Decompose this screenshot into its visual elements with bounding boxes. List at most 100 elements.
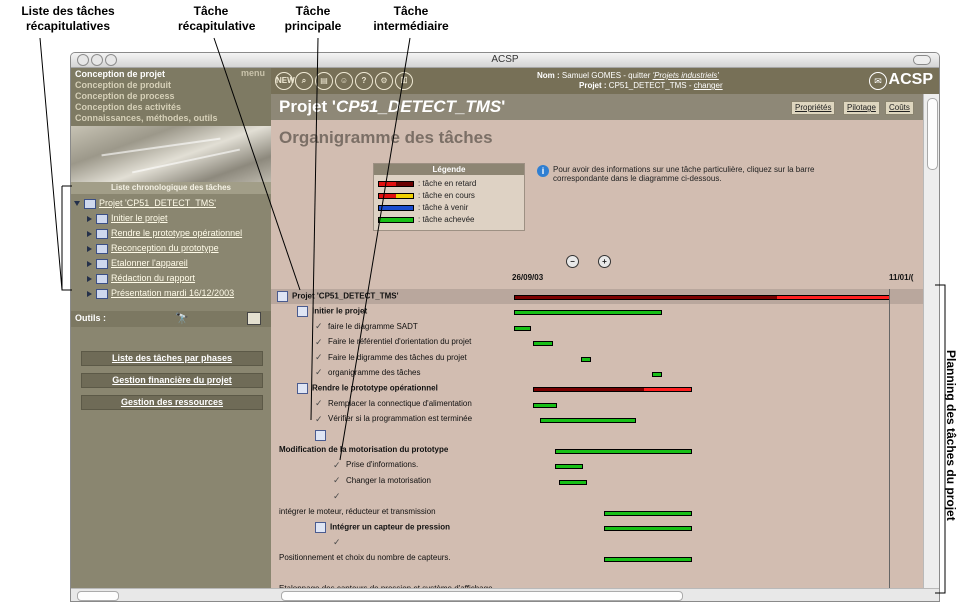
menu-item-process-design[interactable]: Conception de process <box>75 91 175 102</box>
gantt-row[interactable]: ✓ Changer la motorisation <box>271 474 923 489</box>
gantt-row[interactable]: ✓ <box>271 489 923 504</box>
task-name[interactable]: Remplacer la connectique d'alimentation <box>328 399 472 408</box>
expand-icon[interactable] <box>87 260 92 267</box>
binoculars-icon[interactable]: 🔭 <box>175 312 189 325</box>
task-name[interactable]: Changer la motorisation <box>346 476 431 485</box>
task-label[interactable]: ✓ Faire le digramme des tâches du projet <box>315 352 467 363</box>
task-label[interactable]: ✓ faire le diagramme SADT <box>315 322 418 332</box>
gantt-bar[interactable] <box>603 526 692 531</box>
document-icon[interactable]: ▤ <box>315 72 333 90</box>
task-label[interactable]: intégrer le moteur, réducteur et transmi… <box>279 507 436 517</box>
gantt-row[interactable]: ✓ Vérifier si la programmation est termin… <box>271 412 923 427</box>
expand-icon[interactable] <box>87 245 92 252</box>
task-name[interactable]: Initier le projet <box>312 307 367 316</box>
task-label[interactable]: ✓ <box>333 537 346 547</box>
expand-icon[interactable] <box>87 215 92 222</box>
task-label[interactable] <box>315 429 330 441</box>
gantt-bar[interactable] <box>603 556 692 562</box>
gantt-bar[interactable] <box>532 387 692 393</box>
gantt-bar[interactable] <box>514 295 890 300</box>
gantt-row[interactable]: Intégrer un capteur de pression <box>271 520 923 535</box>
task-name[interactable]: Faire le digramme des tâches du projet <box>328 353 467 362</box>
gantt-bar[interactable] <box>555 464 584 470</box>
tree-item-presentation[interactable]: Présentation mardi 16/12/2003 <box>87 286 234 300</box>
task-label[interactable]: ✓ <box>333 491 346 501</box>
tree-item-label[interactable]: Projet 'CP51_DETECT_TMS' <box>99 198 216 208</box>
menu-item-knowledge[interactable]: Connaissances, méthodes, outils <box>75 113 218 124</box>
task-label[interactable]: ✓ Changer la motorisation <box>333 476 431 486</box>
expand-icon[interactable] <box>87 275 92 282</box>
tree-item-initiate[interactable]: Initier le projet <box>87 211 168 225</box>
task-label[interactable]: ✓ Remplacer la connectique d'alimentation <box>315 399 472 409</box>
tree-item-label[interactable]: Rendre le prototype opérationnel <box>111 228 242 238</box>
gantt-bar[interactable] <box>514 325 531 331</box>
menu-item-project-design[interactable]: Conception de projet <box>75 69 165 80</box>
gantt-row[interactable]: ✓ organigramme des tâches <box>271 366 923 381</box>
task-name[interactable]: Rendre le prototype opérationnel <box>312 384 438 393</box>
gantt-bar[interactable] <box>652 372 662 377</box>
gantt-row[interactable]: Rendre le prototype opérationnel <box>271 381 923 396</box>
task-name[interactable]: Prise d'informations. <box>346 460 418 469</box>
tree-item-project[interactable]: Projet 'CP51_DETECT_TMS' <box>74 196 216 210</box>
gantt-row[interactable]: ✓ faire le diagramme SADT <box>271 320 923 335</box>
gantt-row[interactable]: Initier le projet <box>271 304 923 319</box>
quit-link[interactable]: 'Projets industriels' <box>653 71 719 80</box>
gantt-bar[interactable] <box>540 418 636 424</box>
task-name[interactable]: Vérifier si la programmation est terminé… <box>328 414 472 423</box>
tree-item-label[interactable]: Rédaction du rapport <box>111 273 195 283</box>
tab-costs[interactable]: Coûts <box>885 101 914 115</box>
quit-text[interactable]: quitter <box>628 71 650 80</box>
task-label[interactable]: ✓ Faire le référentiel d'orientation du p… <box>315 337 471 347</box>
gantt-row[interactable]: Projet 'CP51_DETECT_TMS' <box>271 289 923 304</box>
gantt-row[interactable] <box>271 566 923 581</box>
task-label[interactable]: Rendre le prototype opérationnel <box>297 383 438 395</box>
gantt-row[interactable]: ✓ Prise d'informations. <box>271 458 923 473</box>
financial-management-button[interactable]: Gestion financière du projet <box>81 373 263 388</box>
tree-item-label[interactable]: Initier le projet <box>111 213 168 223</box>
task-name[interactable]: Intégrer un capteur de pression <box>330 523 450 532</box>
task-label[interactable]: Intégrer un capteur de pression <box>315 522 450 533</box>
menu-item-product-design[interactable]: Conception de produit <box>75 80 171 91</box>
task-name[interactable]: Modification de la motorisation du proto… <box>279 445 448 454</box>
vertical-scrollbar[interactable] <box>923 94 939 601</box>
task-label[interactable]: Projet 'CP51_DETECT_TMS' <box>277 291 399 302</box>
task-label[interactable]: ✓ Prise d'informations. <box>333 460 418 470</box>
task-label[interactable]: Modification de la motorisation du proto… <box>279 445 448 455</box>
phases-list-button[interactable]: Liste des tâches par phases <box>81 351 263 366</box>
box-icon[interactable] <box>247 312 261 325</box>
menu-label[interactable]: menu <box>241 68 265 78</box>
gantt-row[interactable]: ✓ Remplacer la connectique d'alimentation <box>271 397 923 412</box>
task-label[interactable]: Positionnement et choix du nombre de cap… <box>279 553 451 563</box>
new-icon[interactable]: NEW <box>275 72 295 90</box>
gantt-bar[interactable] <box>558 479 588 485</box>
gantt-bar[interactable] <box>532 402 558 408</box>
tree-item-prototype[interactable]: Rendre le prototype opérationnel <box>87 226 242 240</box>
main-scroll-thumb[interactable] <box>281 591 683 601</box>
gantt-row[interactable]: Modification de la motorisation du proto… <box>271 443 923 458</box>
gantt-row[interactable]: ✓ Faire le référentiel d'orientation du p… <box>271 335 923 350</box>
tree-item-redesign[interactable]: Reconception du prototype <box>87 241 219 255</box>
gantt-row[interactable]: ✓ <box>271 535 923 550</box>
user-icon[interactable]: ☺ <box>335 72 353 90</box>
zoom-out-icon[interactable]: − <box>566 255 579 268</box>
tree-item-label[interactable]: Reconception du prototype <box>111 243 219 253</box>
gantt-row[interactable]: intégrer le moteur, réducteur et transmi… <box>271 505 923 520</box>
tree-item-calibrate[interactable]: Etalonner l'appareil <box>87 256 188 270</box>
gantt-bar[interactable] <box>555 449 692 454</box>
key-icon[interactable]: ⚿ <box>395 72 413 90</box>
gantt-bar[interactable] <box>514 310 662 316</box>
mail-icon[interactable]: ✉ <box>869 72 887 90</box>
gantt-bar[interactable] <box>532 341 554 347</box>
menu-item-activity-design[interactable]: Conception des activités <box>75 102 181 113</box>
task-label[interactable]: Initier le projet <box>297 306 367 318</box>
tree-item-label[interactable]: Etalonner l'appareil <box>111 258 188 268</box>
task-name[interactable]: Projet 'CP51_DETECT_TMS' <box>292 292 399 301</box>
search-icon[interactable]: ⌕ <box>295 72 313 90</box>
help-icon[interactable]: ? <box>355 72 373 90</box>
tab-properties[interactable]: Propriétés <box>791 101 836 115</box>
expand-icon[interactable] <box>87 230 92 237</box>
task-label[interactable]: ✓ Vérifier si la programmation est termin… <box>315 414 472 424</box>
task-name[interactable]: intégrer le moteur, réducteur et transmi… <box>279 507 436 516</box>
collapse-icon[interactable] <box>74 201 80 207</box>
settings-icon[interactable]: ⚙ <box>375 72 393 90</box>
